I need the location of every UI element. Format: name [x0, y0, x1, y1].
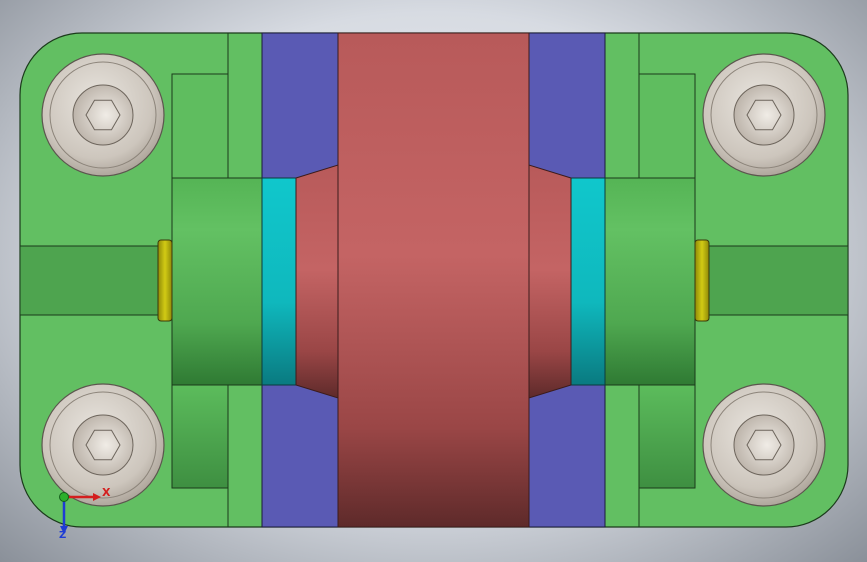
bolt-top-right[interactable] [702, 53, 826, 177]
left-side-slot[interactable] [19, 245, 161, 316]
bolt-bottom-right[interactable] [702, 383, 826, 507]
left-roller-taper[interactable] [295, 164, 339, 399]
left-shim[interactable] [157, 239, 173, 322]
right-shim[interactable] [694, 239, 710, 322]
triad-z-label: Z [59, 530, 67, 541]
right-bearing-ring[interactable] [570, 177, 606, 386]
right-side-slot[interactable] [706, 245, 849, 316]
right-insert-bottom[interactable] [528, 384, 606, 528]
left-shaft[interactable] [171, 177, 263, 386]
left-bearing-ring[interactable] [261, 177, 297, 386]
right-insert-top[interactable] [528, 32, 606, 179]
right-roller-taper[interactable] [528, 164, 572, 399]
triad-y-axis [59, 492, 69, 502]
left-insert-top[interactable] [261, 32, 339, 179]
cad-viewport[interactable]: X Z [0, 0, 867, 562]
central-roller[interactable] [337, 32, 530, 528]
right-shaft[interactable] [604, 177, 696, 386]
triad-x-label: X [102, 486, 111, 499]
bolt-top-left[interactable] [41, 53, 165, 177]
left-insert-bottom[interactable] [261, 384, 339, 528]
assembly-model[interactable] [0, 0, 867, 562]
